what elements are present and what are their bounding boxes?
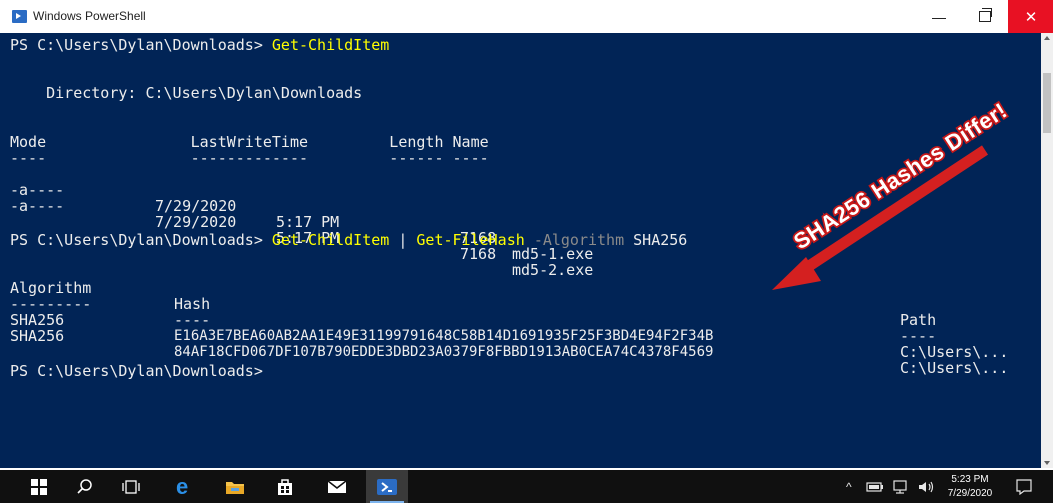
hash-algorithm: SHA256 — [10, 327, 65, 345]
restore-icon — [979, 8, 992, 22]
hash-path: C:\Users\... — [900, 343, 1009, 361]
command: Get-ChildItem — [271, 231, 390, 249]
scroll-down-icon[interactable] — [1044, 461, 1050, 465]
svg-text:e: e — [176, 477, 188, 497]
mail-icon[interactable] — [318, 470, 356, 503]
clock-time: 5:23 PM — [951, 474, 989, 485]
rule-path: ---- — [900, 327, 937, 345]
prompt-line-1: PS C:\Users\Dylan\Downloads> Get-ChildIt… — [10, 37, 389, 53]
prompt: PS C:\Users\Dylan\Downloads> — [10, 36, 263, 54]
console-output[interactable]: PS C:\Users\Dylan\Downloads> Get-ChildIt… — [0, 33, 1041, 468]
minimize-button[interactable]: — — [916, 0, 962, 33]
powershell-icon[interactable] — [366, 470, 408, 503]
prompt-line-3: PS C:\Users\Dylan\Downloads> — [10, 362, 263, 380]
file-name: md5-2.exe — [512, 261, 594, 279]
scroll-up-icon[interactable] — [1044, 36, 1050, 40]
parameter: -Algorithm — [533, 231, 625, 249]
parameter-value: SHA256 — [633, 231, 688, 249]
edge-icon[interactable]: e — [166, 470, 204, 503]
tray-overflow-icon[interactable]: ^ — [846, 470, 852, 503]
clock-date: 7/29/2020 — [947, 488, 993, 499]
command: Get-ChildItem — [271, 36, 390, 54]
search-icon[interactable] — [66, 470, 104, 503]
volume-icon[interactable] — [918, 470, 936, 503]
file-mode: -a---- — [10, 197, 65, 215]
battery-icon[interactable] — [866, 470, 884, 503]
command: Get-FileHash — [416, 231, 525, 249]
hash-path: C:\Users\... — [900, 359, 1009, 377]
hash-value: 84AF18CFD067DF107B790EDDE3DBD23A0379F8FB… — [174, 344, 714, 360]
pipe: | — [398, 231, 408, 249]
title-bar[interactable]: Windows PowerShell — ✕ — [0, 0, 1053, 33]
col-path: Path — [900, 311, 937, 329]
hash-row: SHA256 84AF18CFD067DF107B790EDDE3DBD23A0… — [10, 312, 1008, 392]
store-icon[interactable] — [266, 470, 304, 503]
powershell-window: Windows PowerShell — ✕ PS C:\Users\Dylan… — [0, 0, 1053, 468]
listing-header: Mode LastWriteTime Length Name — [10, 133, 489, 151]
prompt-line-2: PS C:\Users\Dylan\Downloads> Get-ChildIt… — [10, 232, 687, 248]
rule-hash: ---- — [174, 311, 211, 329]
col-hash: Hash — [174, 295, 211, 313]
taskbar: e ^ 5:23 PM 7/29/2020 — [0, 470, 1053, 503]
prompt: PS C:\Users\Dylan\Downloads> — [10, 231, 263, 249]
file-date: 7/29/2020 — [155, 197, 237, 215]
action-center-icon[interactable] — [1016, 470, 1032, 503]
powershell-app-icon — [12, 10, 27, 23]
vertical-scrollbar[interactable] — [1041, 33, 1053, 468]
window-title: Windows PowerShell — [33, 9, 146, 23]
directory-line: Directory: C:\Users\Dylan\Downloads — [10, 84, 363, 102]
hash-value: E16A3E7BEA60AB2AA1E49E31199791648C58B14D… — [174, 328, 714, 344]
maximize-button[interactable] — [962, 0, 1008, 33]
listing-rule: ---- ------------- ------ ---- — [10, 149, 489, 167]
close-button[interactable]: ✕ — [1008, 0, 1053, 33]
file-date: 7/29/2020 — [155, 213, 237, 231]
system-clock[interactable]: 5:23 PM 7/29/2020 — [940, 473, 1000, 501]
windows-start-icon[interactable] — [20, 470, 58, 503]
file-time: 5:17 PM — [276, 213, 340, 231]
scroll-thumb[interactable] — [1043, 73, 1051, 133]
network-icon[interactable] — [893, 470, 911, 503]
file-explorer-icon[interactable] — [216, 470, 254, 503]
task-view-icon[interactable] — [112, 470, 150, 503]
